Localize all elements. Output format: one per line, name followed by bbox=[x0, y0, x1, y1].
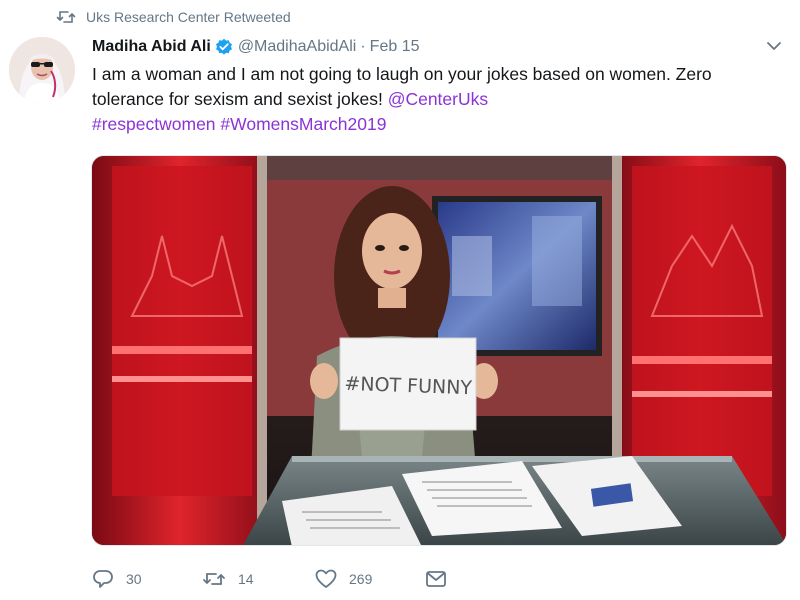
like-count: 269 bbox=[349, 571, 373, 587]
reply-icon bbox=[92, 569, 114, 589]
tweet-media-image[interactable]: #NOT FUNNY bbox=[91, 155, 787, 546]
hashtag-link[interactable]: #WomensMarch2019 bbox=[220, 114, 386, 134]
retweet-icon bbox=[202, 570, 226, 588]
retweet-icon bbox=[56, 9, 76, 25]
direct-message-button[interactable] bbox=[425, 570, 447, 588]
reply-button[interactable]: 30 bbox=[92, 569, 202, 589]
avatar[interactable] bbox=[9, 37, 75, 103]
tweet-text-line: tolerance for sexism and sexist jokes! bbox=[92, 89, 388, 109]
mention-link[interactable]: @CenterUks bbox=[388, 89, 488, 109]
reply-count: 30 bbox=[126, 571, 142, 587]
tweet-text-line: I am a woman and I am not going to laugh… bbox=[92, 64, 712, 84]
tweet-header: Madiha Abid Ali @MadihaAbidAli · Feb 15 bbox=[92, 36, 419, 58]
tweet-actions: 30 14 269 bbox=[92, 566, 447, 592]
heart-icon bbox=[315, 569, 337, 589]
author-name[interactable]: Madiha Abid Ali bbox=[92, 38, 211, 56]
chevron-down-icon[interactable] bbox=[766, 40, 782, 52]
tweet-text: I am a woman and I am not going to laugh… bbox=[92, 62, 782, 137]
author-handle[interactable]: @MadihaAbidAli bbox=[238, 38, 357, 56]
tweet-date[interactable]: Feb 15 bbox=[370, 38, 420, 56]
like-button[interactable]: 269 bbox=[315, 569, 425, 589]
retweet-context-label: Uks Research Center Retweeted bbox=[86, 9, 291, 25]
retweet-count: 14 bbox=[238, 571, 254, 587]
separator-dot: · bbox=[360, 38, 366, 55]
retweet-context[interactable]: Uks Research Center Retweeted bbox=[56, 6, 291, 28]
retweet-button[interactable]: 14 bbox=[202, 570, 315, 588]
envelope-icon bbox=[425, 570, 447, 588]
hashtag-link[interactable]: #respectwomen bbox=[92, 114, 216, 134]
verified-badge-icon bbox=[215, 38, 233, 56]
sign-text: #NOT FUNNY bbox=[344, 373, 473, 399]
